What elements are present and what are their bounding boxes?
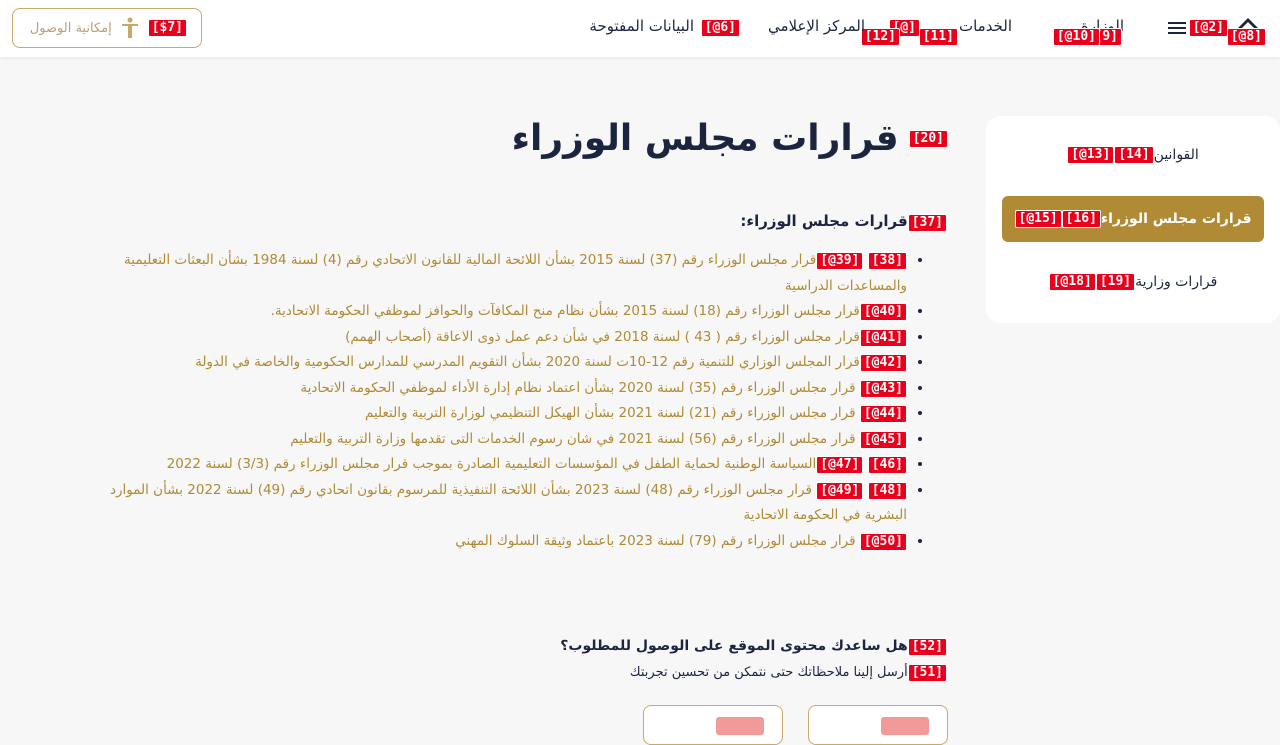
element-tag: [48] (867, 481, 907, 500)
decision-link[interactable]: قرار مجلس الوزراء رقم (37) لسنة 2015 بشأ… (124, 252, 907, 294)
element-tag: [16] (1061, 210, 1101, 228)
element-tag: [@42] (859, 354, 907, 372)
list-item: [@50] قرار مجلس الوزراء رقم (79) لسنة 20… (67, 529, 907, 555)
element-tag: [@45] (859, 430, 907, 449)
element-tag: [@40] (859, 303, 907, 321)
list-item: [@45] قرار مجلس الوزراء رقم (56) لسنة 20… (67, 427, 907, 453)
element-tag: [$7] (147, 19, 187, 37)
decision-link[interactable]: قرار مجلس الوزراء رقم (48) لسنة 2023 بشأ… (110, 482, 907, 524)
sidebar-item-label: قرارات مجلس الوزراء (1100, 211, 1252, 227)
legislation-sidebar: القوانين [14] [@13] قرارات مجلس الوزراء … (986, 116, 1280, 323)
element-tag: [@8] (1226, 28, 1266, 46)
accessibility-button[interactable]: [$7] إمكانية الوصول (12, 8, 202, 48)
menu-icon[interactable] (1166, 18, 1188, 38)
element-tag: [12] (860, 28, 900, 46)
element-tag: [14] (1114, 146, 1154, 164)
element-tag: [@13] (1067, 146, 1115, 164)
section-heading-text: قرارات مجلس الوزراء: (740, 212, 908, 230)
nav-services[interactable]: الخدمات (959, 17, 1012, 35)
element-tag: [@44] (859, 405, 907, 423)
element-tag: [@43] (859, 379, 907, 398)
decision-link[interactable]: قرار مجلس الوزراء رقم (35) لسنة 2020 بشأ… (300, 380, 855, 396)
decision-link[interactable]: قرار مجلس الوزراء رقم ( 43 ) لسنة 2018 ف… (345, 329, 860, 345)
page-title: [20] قرارات مجلس الوزراء (512, 118, 948, 159)
element-tag: [@50] (859, 532, 907, 551)
list-item: [48] [@49] قرار مجلس الوزراء رقم (48) لس… (67, 478, 907, 529)
nav-media-center[interactable]: المركز الإعلامي (768, 17, 865, 35)
sidebar-item-label: قرارات وزارية (1135, 274, 1218, 290)
decisions-list: [38] [@39]قرار مجلس الوزراء رقم (37) لسن… (67, 248, 947, 554)
list-item: [@44] قرار مجلس الوزراء رقم (21) لسنة 20… (67, 401, 907, 427)
top-navigation-bar: [@8] [@2] الوزارة [9] [@10] الخدمات [@] … (0, 0, 1280, 57)
sidebar-item-ministerial-decisions[interactable]: قرارات وزارية [19] [@18] (1002, 259, 1264, 305)
feedback-yes-button[interactable] (808, 705, 948, 745)
decision-link[interactable]: قرار المجلس الوزاري للتنمية رقم 12-10ت ل… (195, 354, 860, 370)
feedback-question-text: هل ساعدك محتوى الموقع على الوصول للمطلوب… (560, 638, 908, 654)
element-tag: [@15] (1014, 210, 1062, 228)
element-tag: [52] (907, 638, 947, 656)
element-tag: [38] (867, 252, 907, 270)
element-tag: [20] (908, 129, 948, 148)
feedback-subtext: [51]أرسل إلينا ملاحظاتك حتى نتمكن من تحس… (630, 664, 947, 682)
element-tag: [19] (1095, 273, 1136, 291)
feedback-subtext-text: أرسل إلينا ملاحظاتك حتى نتمكن من تحسين ت… (629, 665, 908, 680)
element-tag: [37] (907, 214, 947, 232)
accessibility-icon (120, 17, 140, 39)
element-tag: [@6] (700, 19, 740, 37)
sidebar-item-label: القوانين (1153, 147, 1199, 163)
list-item: [@43] قرار مجلس الوزراء رقم (35) لسنة 20… (67, 376, 907, 402)
element-tag: [@39] (816, 252, 864, 270)
list-item: [@40]قرار مجلس الوزراء رقم (18) لسنة 201… (67, 299, 907, 325)
feedback-question: [52]هل ساعدك محتوى الموقع على الوصول للم… (560, 638, 947, 656)
list-item: [@41]قرار مجلس الوزراء رقم ( 43 ) لسنة 2… (67, 325, 907, 351)
feedback-no-button[interactable] (643, 705, 783, 745)
element-tag: [51] (907, 664, 947, 682)
decision-link[interactable]: قرار مجلس الوزراء رقم (79) لسنة 2023 باع… (455, 533, 855, 549)
sidebar-item-laws[interactable]: القوانين [14] [@13] (1002, 132, 1264, 178)
element-tag: [@47] (816, 456, 864, 474)
accessibility-label: إمكانية الوصول (29, 20, 112, 36)
decision-link[interactable]: قرار مجلس الوزراء رقم (21) لسنة 2021 بشأ… (365, 405, 856, 421)
element-tag: [@49] (816, 481, 864, 500)
list-item: [38] [@39]قرار مجلس الوزراء رقم (37) لسن… (67, 248, 907, 299)
decision-link[interactable]: السياسة الوطنية لحماية الطفل في المؤسسات… (167, 456, 817, 472)
list-item: [@42]قرار المجلس الوزاري للتنمية رقم 12-… (67, 350, 907, 376)
element-tag: [@18] (1048, 273, 1096, 291)
element-tag: [46] (867, 456, 907, 474)
element-tag: [@2] (1188, 19, 1228, 37)
element-tag: [@41] (859, 328, 907, 347)
list-item: [46] [@47]السياسة الوطنية لحماية الطفل ف… (67, 452, 907, 478)
decision-link[interactable]: قرار مجلس الوزراء رقم (18) لسنة 2015 بشأ… (271, 303, 860, 319)
section-heading: [37]قرارات مجلس الوزراء: (740, 212, 947, 232)
element-tag: [@10] (1052, 28, 1100, 46)
sidebar-item-cabinet-decisions[interactable]: قرارات مجلس الوزراء [16] [@15] (1002, 196, 1264, 242)
nav-open-data[interactable]: البيانات المفتوحة (589, 17, 694, 35)
decision-link[interactable]: قرار مجلس الوزراء رقم (56) لسنة 2021 في … (290, 431, 855, 447)
page-title-text: قرارات مجلس الوزراء (511, 118, 899, 159)
element-tag: [11] (918, 28, 958, 46)
